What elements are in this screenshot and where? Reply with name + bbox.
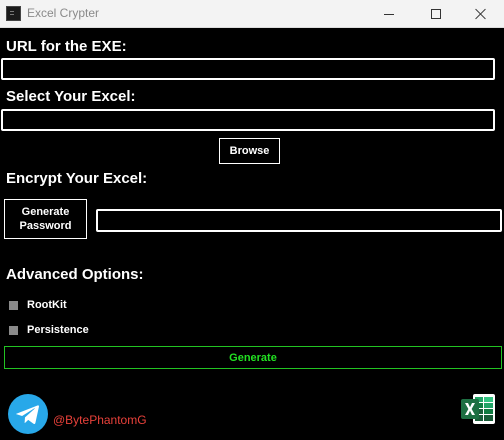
- close-button[interactable]: [458, 0, 504, 28]
- author-handle: @BytePhantomG: [53, 413, 147, 427]
- close-icon: [475, 8, 487, 20]
- persistence-checkbox[interactable]: [9, 325, 18, 335]
- password-input[interactable]: [96, 209, 502, 232]
- browse-button[interactable]: Browse: [219, 138, 280, 164]
- generate-button[interactable]: Generate: [4, 346, 502, 369]
- persistence-option[interactable]: Persistence: [9, 324, 89, 336]
- maximize-button[interactable]: [413, 0, 459, 28]
- title-bar: Excel Crypter: [0, 0, 504, 28]
- encrypt-label: Encrypt Your Excel:: [6, 170, 148, 187]
- minimize-icon: [384, 13, 394, 15]
- minimize-button[interactable]: [366, 0, 412, 28]
- persistence-label: Persistence: [27, 324, 89, 336]
- maximize-icon: [431, 9, 441, 19]
- app-icon: [6, 6, 21, 21]
- url-input[interactable]: [1, 58, 495, 80]
- excel-path-input[interactable]: [1, 109, 495, 131]
- generate-password-label-line2: Password: [19, 220, 72, 232]
- excel-icon: [460, 392, 496, 426]
- generate-password-button[interactable]: Generate Password: [4, 199, 87, 239]
- rootkit-option[interactable]: RootKit: [9, 299, 67, 311]
- url-label: URL for the EXE:: [6, 38, 127, 55]
- excel-label: Select Your Excel:: [6, 88, 136, 105]
- window-title: Excel Crypter: [27, 6, 100, 20]
- advanced-options-label: Advanced Options:: [6, 266, 144, 283]
- rootkit-label: RootKit: [27, 299, 67, 311]
- rootkit-checkbox[interactable]: [9, 300, 18, 310]
- generate-password-label-line1: Generate: [21, 206, 70, 218]
- telegram-icon[interactable]: [8, 394, 48, 434]
